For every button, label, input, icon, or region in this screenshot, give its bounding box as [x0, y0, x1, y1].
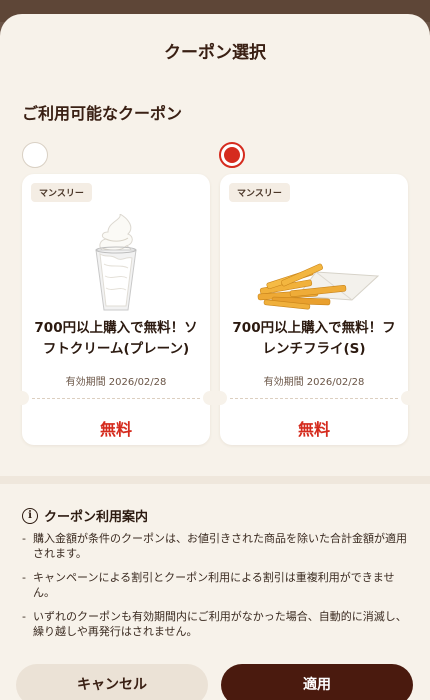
coupon-card-french-fries[interactable]: マンスリー 700円以上購入で無料！フレンチフライ(S) 有効期間 2026/0…: [213, 174, 415, 445]
ticket-notch: [401, 391, 415, 405]
sheet-title: クーポン選択: [164, 43, 266, 63]
note-bullet: -: [22, 571, 26, 584]
radio-selected-dot: [224, 147, 240, 163]
coupon-validity: 有効期間 2026/02/28: [65, 377, 167, 388]
section-divider: [0, 476, 430, 484]
ticket-notch: [213, 391, 227, 405]
coupon-radio-french-fries[interactable]: [219, 142, 245, 168]
coupon-price: 無料: [99, 420, 132, 439]
coupon-card-soft-serve[interactable]: マンスリー 700円以上購入で無料！ソフトクリーム(プレーン) 有効期間 202…: [15, 174, 217, 445]
coupon-info-notes: - 購入金額が条件のクーポンは、お値引きされた商品を除いた合計金額が適用されます…: [22, 531, 410, 648]
coupon-info-heading: i クーポン利用案内: [22, 506, 148, 525]
perforation-divider: [230, 398, 398, 399]
coupon-price: 無料: [297, 420, 330, 439]
ticket-notch: [15, 391, 29, 405]
coupon-title: 700円以上購入で無料！ソフトクリーム(プレーン): [34, 320, 198, 357]
cancel-button[interactable]: キャンセル: [16, 664, 208, 700]
note-item: - いずれのクーポンも有効期間内にご利用がなかった場合、自動的に消滅し、繰り越し…: [22, 609, 410, 639]
note-text: キャンペーンによる割引とクーポン利用による割引は重複利用ができません。: [33, 571, 395, 599]
coupon-tag: マンスリー: [229, 183, 290, 202]
note-item: - キャンペーンによる割引とクーポン利用による割引は重複利用ができません。: [22, 570, 410, 600]
note-text: いずれのクーポンも有効期間内にご利用がなかった場合、自動的に消滅し、繰り越しや再…: [33, 610, 407, 638]
info-icon: i: [22, 507, 38, 524]
section-title: ご利用可能なクーポン: [22, 104, 183, 123]
note-bullet: -: [22, 532, 26, 545]
coupon-select-sheet: クーポン選択 ご利用可能なクーポン マンスリー 700円以上購入で無料！ソフトク…: [0, 14, 430, 700]
perforation-divider: [32, 398, 200, 399]
coupon-info-title: クーポン利用案内: [44, 510, 149, 525]
note-item: - 購入金額が条件のクーポンは、お値引きされた商品を除いた合計金額が適用されます…: [22, 531, 410, 561]
soft-serve-icon: [95, 214, 137, 311]
coupon-radio-soft-serve[interactable]: [22, 142, 48, 168]
note-bullet: -: [22, 610, 26, 623]
coupon-title: 700円以上購入で無料！フレンチフライ(S): [232, 320, 396, 357]
note-text: 購入金額が条件のクーポンは、お値引きされた商品を除いた合計金額が適用されます。: [33, 532, 407, 560]
french-fries-icon: [257, 263, 380, 310]
coupon-tag: マンスリー: [31, 183, 92, 202]
apply-button[interactable]: 適用: [221, 664, 413, 700]
coupon-validity: 有効期間 2026/02/28: [263, 377, 365, 388]
